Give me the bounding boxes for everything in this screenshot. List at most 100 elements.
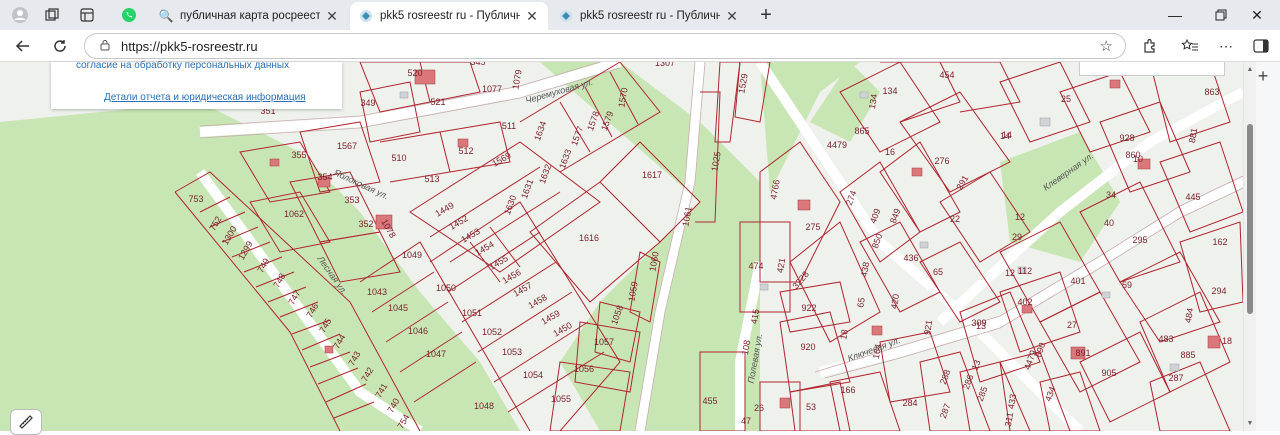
scroll-down-icon[interactable]: ▼	[1244, 420, 1256, 427]
parcel-number[interactable]: 134	[882, 86, 897, 96]
parcel-number[interactable]: 436	[903, 253, 918, 263]
parcel-number[interactable]: 1055	[551, 394, 571, 404]
parcel-number[interactable]: 27	[1067, 320, 1077, 330]
parcel-number[interactable]: 1043	[367, 287, 387, 297]
tab-search[interactable]: 🔍 публичная карта росреестра ирк ✕	[150, 2, 348, 30]
page-scrollbar[interactable]: ▲ ▼	[1243, 62, 1280, 431]
site-info-icon[interactable]	[99, 39, 111, 54]
parcel-number[interactable]: 65	[933, 267, 943, 277]
tab-pkk5[interactable]: pkk5 rosreestr ru - Публичная ка ✕	[550, 2, 748, 30]
vertical-tabs-icon[interactable]	[75, 3, 99, 27]
parcel-number[interactable]: 166	[840, 385, 855, 395]
parcel-number[interactable]: 1045	[388, 303, 408, 313]
close-tab-icon[interactable]: ✕	[724, 8, 740, 25]
parcel-number[interactable]: 1049	[402, 250, 422, 260]
close-tab-icon[interactable]: ✕	[524, 8, 540, 25]
parcel-number[interactable]: 345	[470, 62, 485, 67]
parcel-number[interactable]: 905	[1101, 368, 1116, 378]
parcel-number[interactable]: 1050	[436, 283, 456, 293]
workspaces-icon[interactable]	[40, 3, 64, 27]
parcel-number[interactable]: 928	[1119, 133, 1134, 143]
parcel-number[interactable]: 1567	[337, 141, 357, 151]
parcel-number[interactable]: 13	[976, 321, 986, 331]
parcel-number[interactable]: 454	[939, 70, 954, 80]
parcel-number[interactable]: 520	[407, 68, 422, 78]
parcel-number[interactable]: 920	[800, 342, 815, 352]
measure-ruler-icon[interactable]	[10, 409, 42, 435]
parcel-number[interactable]: 401	[1070, 276, 1085, 286]
parcel-number[interactable]: 34	[1106, 190, 1116, 200]
parcel-number[interactable]: 4479	[827, 140, 847, 150]
map-control-box[interactable]	[1079, 62, 1225, 76]
parcel-number[interactable]: 1077	[482, 84, 502, 94]
parcel-number[interactable]: 1048	[474, 401, 494, 411]
parcel-number[interactable]: 474	[748, 261, 763, 271]
parcel-number[interactable]: 29	[1012, 232, 1022, 242]
parcel-number[interactable]: 445	[1185, 192, 1200, 202]
whatsapp-icon[interactable]	[117, 3, 141, 27]
parcel-number[interactable]: 511	[502, 121, 516, 131]
profile-icon[interactable]	[8, 3, 32, 27]
parcel-number[interactable]: 22	[950, 214, 960, 224]
parcel-number[interactable]: 18	[838, 329, 850, 341]
parcel-number[interactable]: 521	[430, 97, 445, 107]
parcel-number[interactable]: 354	[317, 172, 332, 182]
parcel-number[interactable]: 922	[801, 303, 816, 313]
cadastral-map[interactable]: Черемуховая ул. Яблоковая ул. Лесная ул.…	[0, 62, 1243, 431]
parcel-number[interactable]: 47	[741, 416, 751, 426]
parcel-number[interactable]: 1052	[482, 327, 502, 337]
parcel-number[interactable]: 402	[1017, 297, 1032, 307]
details-link[interactable]: Детали отчета и юридическая информация	[104, 92, 306, 103]
parcel-number[interactable]: 352	[358, 219, 373, 229]
parcel-number[interactable]: 1046	[408, 326, 428, 336]
favorites-icon[interactable]	[1177, 34, 1203, 58]
parcel-number[interactable]: 1053	[502, 347, 522, 357]
parcel-number[interactable]: 1617	[642, 170, 662, 180]
parcel-number[interactable]: 885	[1180, 350, 1195, 360]
parcel-number[interactable]: 284	[902, 398, 917, 408]
parcel-number[interactable]: 294	[1211, 286, 1226, 296]
refresh-icon[interactable]	[47, 34, 73, 58]
parcel-number[interactable]: 1051	[462, 308, 482, 318]
parcel-number[interactable]: 753	[188, 194, 203, 204]
parcel-number[interactable]: 349	[360, 98, 375, 108]
parcel-number[interactable]: 483	[1158, 334, 1173, 344]
parcel-number[interactable]: 287	[1168, 373, 1183, 383]
parcel-number[interactable]: 513	[424, 174, 439, 184]
parcel-number[interactable]: 275	[805, 222, 820, 232]
parcel-number[interactable]: 355	[291, 150, 306, 160]
parcel-number[interactable]: 14	[1000, 131, 1010, 141]
tab-pkk5-active[interactable]: pkk5 rosreestr ru - Публичная ка ✕	[350, 2, 548, 30]
parcel-number[interactable]: 1054	[523, 370, 543, 380]
parcel-number[interactable]: 510	[391, 153, 406, 163]
close-window-icon[interactable]: ✕	[1234, 2, 1280, 28]
new-tab-icon[interactable]: +	[754, 3, 778, 27]
parcel-number[interactable]: 295	[1132, 235, 1147, 245]
parcel-number[interactable]: 1616	[579, 233, 599, 243]
parcel-number[interactable]: 1057	[594, 337, 614, 347]
parcel-number[interactable]: 863	[1204, 87, 1219, 97]
favorite-star-icon[interactable]: ☆	[1100, 37, 1113, 55]
parcel-number[interactable]: 12	[1015, 212, 1025, 222]
parcel-number[interactable]: 25	[1061, 94, 1071, 104]
parcel-number[interactable]: 1047	[426, 349, 446, 359]
parcel-number[interactable]: 891	[1075, 348, 1090, 358]
parcel-number[interactable]: 26	[754, 403, 764, 413]
back-icon[interactable]	[10, 34, 36, 58]
add-sidebar-icon[interactable]: +	[1253, 66, 1273, 86]
parcel-number[interactable]: 276	[934, 156, 949, 166]
address-bar[interactable]: https://pkk5-rosreestr.ru ☆	[84, 33, 1126, 59]
scrollbar-thumb[interactable]	[1247, 124, 1253, 314]
close-tab-icon[interactable]: ✕	[324, 8, 340, 25]
map-canvas[interactable]: Черемуховая ул. Яблоковая ул. Лесная ул.…	[0, 62, 1243, 431]
parcel-number[interactable]: 455	[702, 396, 717, 406]
parcel-number[interactable]: 12	[1005, 268, 1015, 278]
parcel-number[interactable]: 16	[885, 147, 895, 157]
more-options-icon[interactable]: ⋯	[1213, 34, 1239, 58]
parcel-number[interactable]: 1056	[574, 364, 594, 374]
parcel-number[interactable]: 59	[1122, 280, 1132, 290]
parcel-number[interactable]: 53	[806, 402, 816, 412]
parcel-number[interactable]: 865	[854, 126, 869, 136]
parcel-number[interactable]: 1062	[284, 209, 304, 219]
parcel-number[interactable]: 512	[458, 146, 473, 156]
